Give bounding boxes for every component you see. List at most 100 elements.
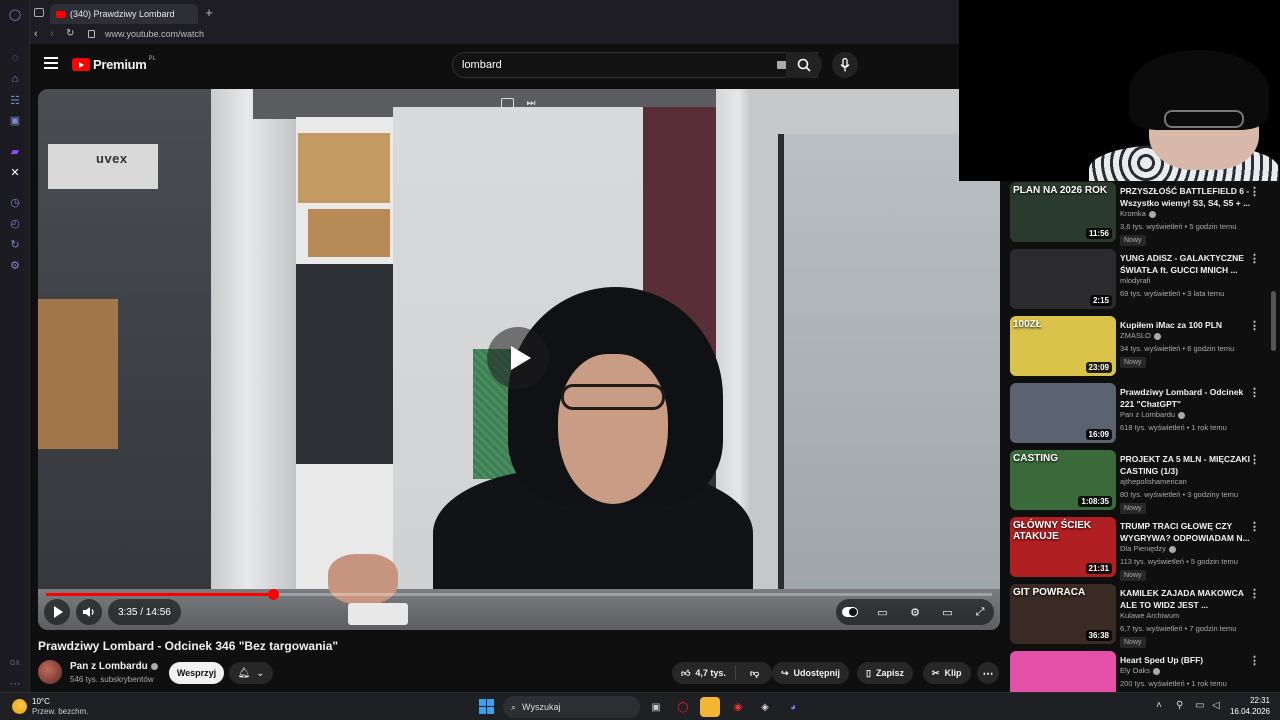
youtube-logo[interactable]: Premium PL [72,56,156,72]
dislike-button[interactable]: 👎︎ [741,668,768,679]
bag-icon[interactable]: ⌂ [7,71,23,87]
discord-icon[interactable]: ◕ [783,697,803,717]
file-explorer-icon[interactable] [700,697,720,717]
weather-temperature[interactable]: 10°C [32,697,50,706]
settings-icon[interactable]: ⚙ [7,257,23,273]
mic-tray-icon[interactable]: ⚲ [1176,700,1183,711]
subtitles-icon[interactable]: ▭ [875,604,891,620]
volume-button[interactable] [76,599,102,625]
more-options-icon[interactable]: ⋮ [1249,185,1260,198]
recommendation-channel[interactable]: Ely Oaks [1120,666,1161,675]
recommendation-channel[interactable]: ZMASLO [1120,331,1161,340]
recommendation-item[interactable]: 100ZŁ 23:09 Kupiłem iMac za 100 PLN ZMASLO 3… [1008,316,1280,378]
recommendation-item[interactable]: CASTING 1:08:35 PROJEKT ZA 5 MLN - MIĘCZAK… [1008,450,1280,514]
recommendation-item[interactable]: PLAN NA 2026 ROK 11:56 PRZYSZŁOŚĆ BATTLEFI… [1008,182,1280,246]
more-icon[interactable]: ⋯ [7,675,23,691]
recommendation-title[interactable]: KAMILEK ZAJADA MAKOWCA ALE TO WIDZ JEST … [1120,587,1254,611]
recommendation-title[interactable]: YUNG ADISZ - GALAKTYCZNE ŚWIATŁA ft. GUC… [1120,252,1254,276]
save-button[interactable]: ▯ Zapisz [857,662,913,684]
notifications-button[interactable]: 🔔︎ ⌄ [229,662,273,684]
voice-search-button[interactable] [832,52,858,78]
recommendation-channel[interactable]: mlodyrafi [1120,276,1150,285]
reload-icon[interactable]: ↻ [66,28,74,39]
like-button[interactable]: 👍︎ 4,7 tys. [672,666,736,680]
recommendation-channel[interactable]: Kromka [1120,209,1156,218]
recommendation-title[interactable]: Kupiłem iMac za 100 PLN [1120,319,1254,331]
more-actions-button[interactable]: ⋯ [977,662,999,684]
more-options-icon[interactable]: ⋮ [1249,654,1260,667]
display-icon[interactable]: ▭ [1195,700,1204,711]
recommendation-channel[interactable]: Dla Pieniędzy [1120,544,1176,553]
channel-avatar[interactable] [38,660,62,684]
big-play-button[interactable] [487,327,549,389]
chrome-icon[interactable]: ◉ [728,697,748,717]
taskbar-search[interactable]: ⌕ Wyszukaj [503,696,640,718]
miniplayer-icon[interactable] [501,98,514,109]
weather-icon[interactable] [12,699,27,714]
recommendation-item[interactable]: GŁÓWNY ŚCIEK ATAKUJE 21:31 TRUMP TRACI GŁO… [1008,517,1280,581]
theater-mode-icon[interactable]: ▭ [940,604,956,620]
recommendation-thumbnail[interactable] [1010,651,1116,692]
video-player[interactable]: uvex ⏭ 3:35 / 14:56 ▭ ⚙ ▭ ⤢ [38,89,1000,630]
url-field[interactable]: www.youtube.com/watch [105,29,204,39]
search-button[interactable] [786,52,822,78]
messenger-icon[interactable]: ☵ [7,92,23,108]
volume-tray-icon[interactable]: ◁ [1212,700,1220,711]
history-icon[interactable]: ◷ [7,194,23,210]
recommendation-thumbnail[interactable]: 2:15 [1010,249,1116,309]
new-tab-button[interactable]: + [202,6,216,20]
recommendation-thumbnail[interactable]: 16:09 [1010,383,1116,443]
forward-icon[interactable]: › [50,28,54,40]
weather-description[interactable]: Przew. bezchm. [32,707,88,716]
flow-icon[interactable]: ↻ [7,236,23,252]
task-view-icon[interactable]: ▣ [646,697,666,717]
clock-icon[interactable]: ◴ [7,215,23,231]
clock-date[interactable]: 16.04.2026 [1228,707,1270,716]
recommendation-item[interactable]: 16:09 Prawdziwy Lombard - Odcinek 221 "Ch… [1008,383,1280,445]
recommendation-title[interactable]: PRZYSZŁOŚĆ BATTLEFIELD 6 - Wszystko wiem… [1120,185,1254,209]
recommendation-channel[interactable]: Pan z Lombardu [1120,410,1186,419]
share-button[interactable]: ↪ Udostępnij [772,662,850,684]
tabs-overview-icon[interactable] [34,8,44,17]
recommendation-thumbnail[interactable]: PLAN NA 2026 ROK 11:56 [1010,182,1116,242]
recommendation-thumbnail[interactable]: GŁÓWNY ŚCIEK ATAKUJE 21:31 [1010,517,1116,577]
more-options-icon[interactable]: ⋮ [1249,453,1260,466]
channel-name[interactable]: Pan z Lombardu [70,661,158,672]
clip-button[interactable]: ✂ Klip [923,662,971,684]
app-icon[interactable]: ◈ [755,697,775,717]
opera-logo-icon[interactable]: ◯ [7,6,23,22]
start-button[interactable] [479,699,494,714]
back-icon[interactable]: ‹ [34,28,38,40]
recommendation-thumbnail[interactable]: CASTING 1:08:35 [1010,450,1116,510]
recommendation-title[interactable]: Heart Sped Up (BFF) [1120,654,1254,666]
progress-scrubber[interactable] [268,589,280,600]
recommendation-thumbnail[interactable]: 100ZŁ 23:09 [1010,316,1116,376]
skip-icon[interactable]: ⏭ [525,98,537,110]
recommendation-channel[interactable]: Kulawe Archiwum [1120,611,1179,620]
recommendation-title[interactable]: PROJEKT ZA 5 MLN - MIĘCZAKI CASTING (1/3… [1120,453,1254,477]
opera-gx-icon[interactable]: ◯ [673,697,693,717]
settings-gear-icon[interactable]: ⚙ [907,604,923,620]
recommendation-item[interactable]: Heart Sped Up (BFF) Ely Oaks 200 tys. wyśw… [1008,651,1280,692]
chevron-up-icon[interactable]: ˄ [1156,700,1162,711]
more-options-icon[interactable]: ⋮ [1249,587,1260,600]
tab-youtube[interactable]: (340) Prawdziwy Lombard [50,4,198,24]
player-icon[interactable]: ▣ [7,112,23,128]
play-button[interactable] [44,599,70,625]
search-input[interactable]: lombard ✕ [452,52,818,78]
clock-time[interactable]: 22:31 [1238,696,1270,705]
recommendation-item[interactable]: GIT POWRACA 36:38 KAMILEK ZAJADA MAKOWCA A… [1008,584,1280,648]
recommendation-title[interactable]: TRUMP TRACI GŁOWĘ CZY WYGRYWA? ODPOWIADA… [1120,520,1254,544]
progress-bar[interactable] [46,589,992,600]
more-options-icon[interactable]: ⋮ [1249,520,1260,533]
support-button[interactable]: Wesprzyj [169,662,224,684]
autoplay-toggle[interactable] [842,604,858,620]
recommendation-title[interactable]: Prawdziwy Lombard - Odcinek 221 "ChatGPT… [1120,386,1254,410]
x-icon[interactable]: ✕ [7,164,23,180]
more-options-icon[interactable]: ⋮ [1249,319,1260,332]
more-options-icon[interactable]: ⋮ [1249,252,1260,265]
twitch-icon[interactable]: ▰ [7,143,23,159]
aria-icon[interactable]: ◌ [7,50,23,66]
recommendation-thumbnail[interactable]: GIT POWRACA 36:38 [1010,584,1116,644]
gx-icon[interactable]: GX [7,655,23,671]
